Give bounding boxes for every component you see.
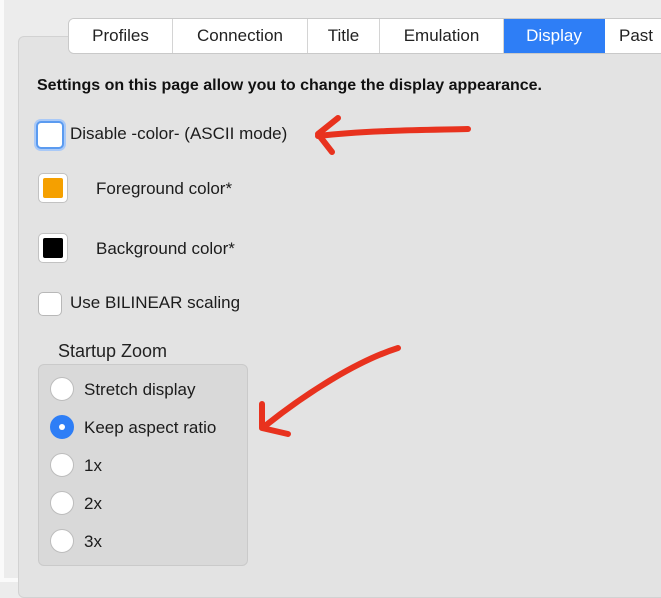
foreground-color-button[interactable] [38,173,68,203]
tab-display[interactable]: Display [504,19,605,53]
page-description: Settings on this page allow you to chang… [37,77,542,94]
startup-zoom-title: Startup Zoom [58,341,168,361]
radio-3x[interactable] [50,529,74,553]
tab-connection[interactable]: Connection [173,19,308,53]
radio-1x[interactable] [50,453,74,477]
radio-3x-label[interactable]: 3x [84,532,102,552]
window-edge [0,0,4,582]
radio-keep-aspect-ratio-label[interactable]: Keep aspect ratio [84,418,216,438]
tab-title[interactable]: Title [308,19,380,53]
background-color-swatch [43,238,63,258]
radio-2x[interactable] [50,491,74,515]
tab-profiles[interactable]: Profiles [69,19,173,53]
radio-1x-label[interactable]: 1x [84,456,102,476]
radio-2x-label[interactable]: 2x [84,494,102,514]
bilinear-scaling-checkbox[interactable] [38,292,62,316]
tab-emulation[interactable]: Emulation [380,19,504,53]
foreground-color-swatch [43,178,63,198]
radio-stretch-display[interactable] [50,377,74,401]
bilinear-scaling-label[interactable]: Use BILINEAR scaling [70,293,240,313]
foreground-color-label: Foreground color* [96,179,233,198]
background-color-button[interactable] [38,233,68,263]
tab-paste[interactable]: Past [605,19,661,53]
radio-stretch-display-label[interactable]: Stretch display [84,380,196,400]
disable-color-label[interactable]: Disable -color- (ASCII mode) [70,124,287,144]
radio-keep-aspect-ratio[interactable] [50,415,74,439]
background-color-label: Background color* [96,239,235,258]
disable-color-checkbox[interactable] [36,121,64,149]
tab-bar: Profiles Connection Title Emulation Disp… [68,18,661,54]
